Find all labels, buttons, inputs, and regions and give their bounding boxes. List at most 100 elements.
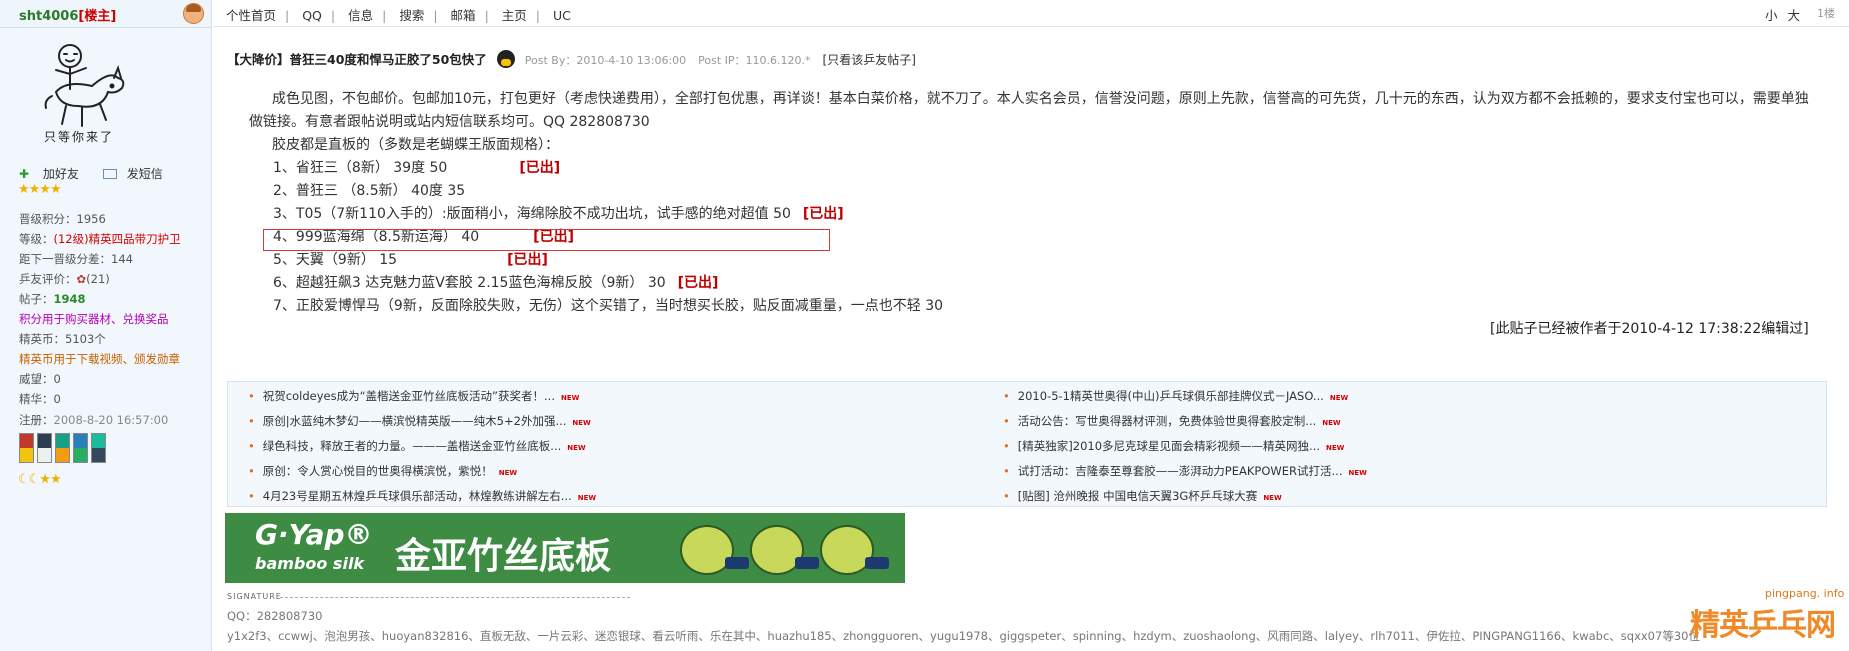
item-row: 7、正胶爱博悍马（9新，反面除胶失败，无伤）这个买错了，当时想买长胶，贴反面减重… (273, 298, 944, 314)
only-author-link[interactable]: [只看该乒友帖子] (823, 53, 916, 67)
top-navigation: 个性首页 | QQ | 信息 | 搜索 | 邮箱 | 主页 | UC (226, 8, 571, 23)
avatar-caption: 只等你来了 (44, 130, 115, 144)
watermark-url: pingpang. info (1765, 587, 1845, 600)
font-large-button[interactable]: 大 (1788, 8, 1801, 23)
related-link[interactable]: • 祝贺coldeyes成为“盖楷送金亚竹丝底板活动”获奖者！... NEW (248, 388, 579, 404)
new-badge: NEW (1322, 419, 1341, 427)
ad-banner[interactable]: G·Yap® bamboo silk 金亚竹丝底板 (225, 513, 905, 583)
new-badge: NEW (1263, 494, 1282, 502)
medal-list (19, 433, 109, 467)
new-badge: NEW (1348, 469, 1367, 477)
related-link[interactable]: • 原创：令人赏心悦目的世奥得横滨悦，紫悦！ NEW (248, 463, 517, 479)
post-intro: 成色见图，不包邮价。包邮加10元，打包更好（考虑快递费用），全部打包优惠，再详谈… (249, 91, 1809, 130)
moon-stars-icon: ☾☾★★ (18, 472, 62, 487)
font-size-controls: 小大 (1765, 5, 1810, 24)
nav-homepage[interactable]: 主页 (502, 8, 527, 23)
new-badge: NEW (577, 494, 597, 502)
points-usage-link[interactable]: 积分用于购买器材、兑换奖品 (19, 311, 169, 327)
related-link[interactable]: • 4月23号星期五林煌乒乓球俱乐部活动，林煌教练讲解左右... NEW (248, 488, 596, 504)
related-link[interactable]: • 绿色科技，释放王者的力量。———盖楷送金亚竹丝底板... NEW (248, 438, 586, 454)
watermark-logo: 精英乒乓网 (1690, 608, 1836, 643)
medal-icon[interactable] (91, 433, 106, 463)
related-link[interactable]: • [精英独家]2010多尼克球星见面会精彩视频——精英网独... NEW (1003, 438, 1344, 454)
banner-headline: 金亚竹丝底板 (395, 536, 612, 577)
paddle-handle (795, 557, 819, 569)
post-title: 【大降价】普狂三40度和悍马正胶了50包快了 (227, 52, 487, 67)
item-row: 3、T05（7新110入手的）:版面稍小，海绵除胶不成功出坑，试手感的绝对超值 … (273, 206, 844, 222)
item-row: 2、普狂三 （8.5新） 40度 35 (273, 183, 466, 199)
stat-score: 晋级积分：1956 (19, 212, 106, 226)
post-time: Post By：2010-4-10 13:06:00 (524, 54, 687, 67)
new-badge: NEW (572, 419, 591, 427)
post-ip: Post IP：110.6.120.* (698, 54, 811, 67)
medal-icon[interactable] (73, 433, 88, 463)
stat-essence: 精华：0 (19, 392, 61, 406)
avatar-drawing[interactable] (38, 40, 146, 140)
author-header: sht4006[楼主] (0, 0, 211, 28)
post-content: 成色见图，不包邮价。包邮加10元，打包更好（考虑快递费用），全部打包优惠，再详谈… (249, 88, 1819, 157)
highlight-box (263, 229, 830, 251)
divider (213, 26, 1849, 27)
edit-note: [此贴子已经被作者于2010-4-12 17:38:22编辑过] (1490, 321, 1809, 337)
floor-number: 1楼 (1817, 7, 1835, 20)
stat-level: 等级：(12级)精英四品带刀护卫 (19, 232, 181, 246)
sold-label: [已出] (507, 252, 548, 268)
medal-icon[interactable] (37, 433, 52, 463)
medal-icon[interactable] (19, 433, 34, 463)
role-badge: [楼主] (78, 9, 117, 24)
related-link[interactable]: • 活动公告：写世奥得器材评测，免费体验世奥得套胶定制... NEW (1003, 413, 1341, 429)
related-link[interactable]: • [贴图] 沧州晚报 中国电信天翼3G杯乒乓球大赛 NEW (1003, 488, 1282, 504)
font-small-button[interactable]: 小 (1765, 8, 1778, 23)
nav-uc[interactable]: UC (553, 8, 571, 23)
signature-label: SIGNATURE (227, 592, 282, 601)
thanks-list: y1x2f3、ccwwj、泡泡男孩、huoyan832816、直板无敌、一片云彩… (227, 629, 1700, 643)
banner-brand: G·Yap® (255, 518, 373, 551)
new-badge: NEW (498, 469, 518, 477)
stat-rating: 乒友评价：✿(21) (19, 272, 110, 286)
flower-icon: ✿ (76, 272, 87, 286)
username-link[interactable]: sht4006[楼主] (19, 5, 116, 24)
post-header: 【大降价】普狂三40度和悍马正胶了50包快了 Post By：2010-4-10… (227, 46, 916, 68)
send-message-button[interactable]: 发短信 (102, 167, 173, 181)
sold-label: [已出] (677, 275, 719, 291)
plus-icon: ✚ (19, 167, 30, 181)
item-row: 6、超越狂飙3 达克魅力蓝V套胶 2.15蓝色海棉反胶（9新） 30 [已出] (273, 275, 719, 291)
new-badge: NEW (1329, 394, 1349, 402)
paddle-handle (725, 557, 749, 569)
qq-icon[interactable] (496, 50, 515, 68)
author-actions: ✚ 加好友 发短信 (19, 165, 183, 182)
related-link[interactable]: • 试打活动：吉隆泰至尊套胶——澎湃动力PEAKPOWER试打活... NEW (1003, 463, 1367, 479)
related-topics: • 祝贺coldeyes成为“盖楷送金亚竹丝底板活动”获奖者！... NEW • 原创… (227, 381, 1827, 507)
nav-qq[interactable]: QQ (302, 8, 322, 23)
rank-stars-icon: ★★★★ (18, 182, 62, 197)
sold-label: [已出] (519, 160, 561, 176)
medal-icon[interactable] (55, 433, 70, 463)
item-row: 1、省狂三（8新） 39度 50 [已出] (273, 160, 561, 176)
paddle-handle (865, 557, 889, 569)
related-link[interactable]: • 2010-5-1精英世奥得(中山)乒乓球俱乐部挂牌仪式－JASO... NEW (1003, 388, 1348, 404)
signature-qq: QQ：282808730 (227, 609, 323, 623)
small-avatar-icon[interactable] (183, 3, 204, 24)
stat-registered: 注册：2008-8-20 16:57:00 (19, 413, 169, 427)
coins-usage-link[interactable]: 精英币用于下载视频、颁发勋章 (19, 351, 180, 367)
new-badge: NEW (1326, 444, 1345, 452)
stat-posts: 帖子：1948 (19, 292, 86, 306)
signature-divider (280, 597, 630, 598)
post-note: 胶皮都是直板的（多数是老蝴蝶王版面规格）： (272, 137, 559, 153)
nav-profile-home[interactable]: 个性首页 (226, 8, 276, 23)
item-row: 5、天翼（9新） 15 [已出] (273, 252, 548, 268)
related-link[interactable]: • 原创|水蓝纯木梦幻——横滨悦精英版——纯木5+2外加强... NEW (248, 413, 591, 429)
sold-label: [已出] (802, 206, 844, 222)
banner-subtitle: bamboo silk (255, 554, 365, 573)
stat-coins: 精英币：5103个 (19, 332, 106, 346)
new-badge: NEW (567, 444, 586, 452)
mail-icon (102, 169, 117, 179)
nav-mailbox[interactable]: 邮箱 (451, 8, 476, 23)
add-friend-button[interactable]: ✚ 加好友 (19, 167, 89, 181)
stat-prestige: 威望：0 (19, 372, 61, 386)
nav-search[interactable]: 搜索 (399, 8, 424, 23)
new-badge: NEW (560, 394, 580, 402)
stat-next-level: 距下一晋级分差：144 (19, 252, 133, 266)
nav-info[interactable]: 信息 (348, 8, 373, 23)
author-sidebar: sht4006[楼主] 只等你来了 ✚ 加好友 发短信 ★★★★ 晋级积分：19… (0, 0, 212, 651)
